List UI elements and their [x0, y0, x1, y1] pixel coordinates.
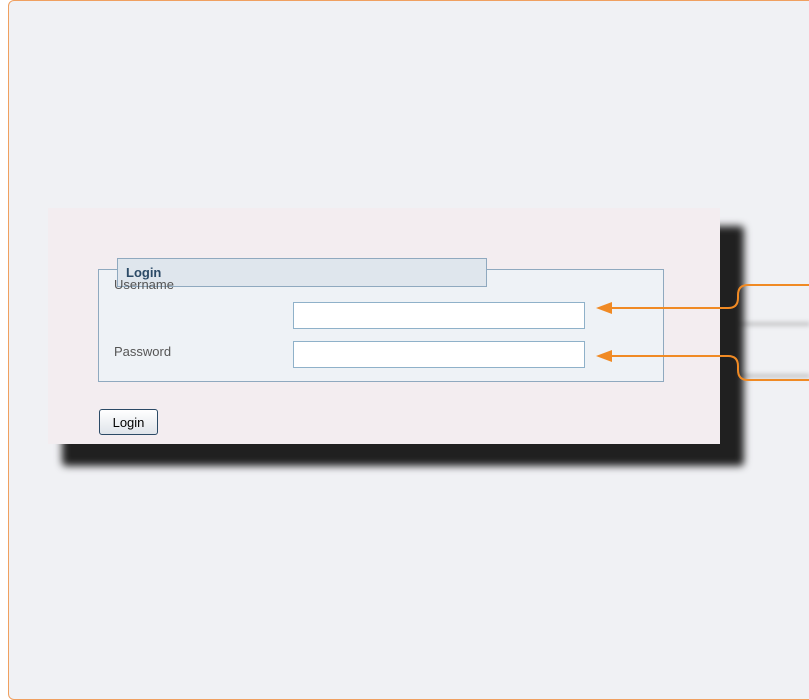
- password-callout-arrow: [606, 355, 809, 381]
- username-arrowhead-icon: [596, 302, 612, 314]
- username-callout-arrow: [606, 284, 809, 309]
- password-arrowhead-icon: [596, 350, 612, 362]
- callout-arrows: [596, 284, 809, 381]
